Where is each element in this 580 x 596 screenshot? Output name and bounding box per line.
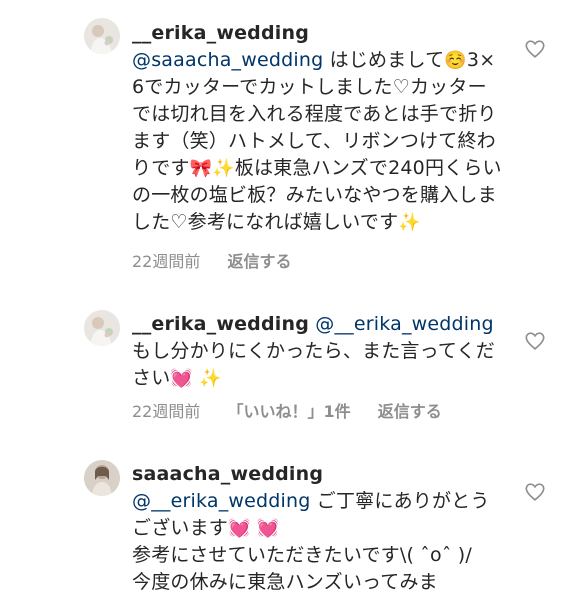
avatar[interactable] [84,460,120,496]
avatar[interactable] [84,18,120,54]
beating-heart-emoji: 💓 [170,368,194,389]
reply-button[interactable]: 返信する [227,252,291,271]
comment-time: 22週間前 [132,252,201,271]
like-button[interactable] [524,481,546,503]
comment-username[interactable]: __erika_wedding [132,22,309,44]
comment-username[interactable]: __erika_wedding [132,313,309,335]
comment-meta: 22週間前 「いいね！」1件 返信する [132,398,464,422]
comment-body: 今度の休みに東急ハンズいってみま [132,571,438,593]
sparkles-emoji: ✨ [199,368,222,389]
sparkles-emoji: ✨ [212,158,235,179]
beating-heart-emoji: 💓 [228,518,251,539]
smiling-face-emoji: ☺️ [444,50,467,71]
comment-time: 22週間前 [132,402,201,421]
bride-avatar-photo-icon [84,310,120,346]
mention-link[interactable]: @saaacha_wedding [132,49,323,71]
sparkles-emoji: ✨ [398,212,421,233]
mention-link[interactable]: @__erika_wedding [132,490,311,512]
heart-outline-icon [525,483,545,501]
bride-avatar-photo-icon [84,18,120,54]
comment-text: __erika_wedding @__erika_wedding もし分かりにく… [132,311,502,392]
comment-body: 参考にさせていただきたいです\( ˆoˆ )/ [132,544,472,566]
comment-text: __erika_wedding @saaacha_wedding はじめまして☺… [132,20,502,236]
reply-button[interactable]: 返信する [378,402,442,421]
avatar[interactable] [84,310,120,346]
like-button[interactable] [524,330,546,352]
heart-outline-icon [525,40,545,58]
comment-meta: 22週間前 返信する [132,248,313,272]
like-button[interactable] [524,38,546,60]
comment-text: saaacha_wedding @__erika_wedding ご丁寧にありが… [132,461,502,596]
mention-link[interactable]: @__erika_wedding [315,313,494,335]
comment-username[interactable]: saaacha_wedding [132,463,323,485]
comment-body: はじめまして [329,49,445,71]
person-avatar-photo-icon [84,460,120,496]
ribbon-emoji: 🎀 [189,158,213,179]
beating-heart-emoji: 💓 [256,518,280,539]
heart-outline-icon [525,332,545,350]
likes-count[interactable]: 「いいね！」1件 [227,402,350,421]
